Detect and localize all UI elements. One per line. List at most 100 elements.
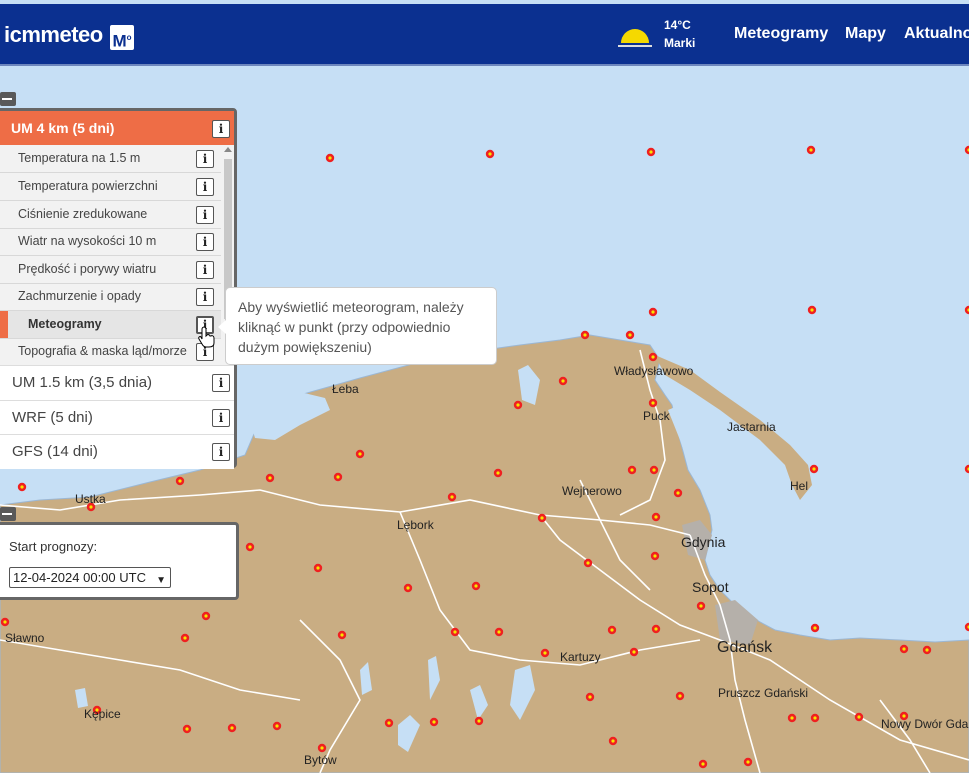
- active-model-header[interactable]: UM 4 km (5 dni) i: [0, 111, 234, 145]
- forecast-point-center: [453, 630, 457, 634]
- place-label: Puck: [643, 409, 671, 423]
- nav-aktualnosci[interactable]: Aktualno: [904, 25, 969, 43]
- info-icon[interactable]: i: [212, 443, 230, 461]
- place-label: Lębork: [397, 518, 435, 532]
- active-layer-marker: [0, 311, 8, 338]
- forecast-point-center: [178, 479, 182, 483]
- forecast-point-center: [610, 628, 614, 632]
- forecast-point-center: [654, 515, 658, 519]
- forecast-point-center: [230, 726, 234, 730]
- scroll-up-icon[interactable]: [224, 147, 232, 152]
- forecast-point-center: [336, 475, 340, 479]
- info-icon[interactable]: i: [196, 288, 214, 306]
- model-row[interactable]: UM 1.5 km (3,5 dnia) i: [0, 365, 234, 400]
- forecast-point-center: [268, 476, 272, 480]
- top-navigation-bar: icmmeteo Mo 14°C Marki Meteogramy Mapy A…: [0, 4, 969, 64]
- place-label: Bytów: [304, 753, 337, 767]
- layer-item[interactable]: Wiatr na wysokości 10 mi: [0, 228, 221, 256]
- forecast-point-center: [678, 694, 682, 698]
- hand-cursor-icon: [198, 326, 215, 348]
- start-label: Start prognozy:: [9, 539, 98, 554]
- info-icon[interactable]: i: [196, 261, 214, 279]
- weather-temperature: 14°C: [664, 18, 691, 32]
- forecast-point-center: [632, 650, 636, 654]
- info-icon[interactable]: i: [212, 120, 230, 138]
- forecast-point-center: [586, 561, 590, 565]
- forecast-point-center: [20, 485, 24, 489]
- sun-icon: [618, 29, 652, 47]
- forecast-point-center: [902, 647, 906, 651]
- forecast-start-select[interactable]: 12-04-2024 00:00 UTC ▼: [9, 567, 171, 588]
- layer-item[interactable]: Zachmurzenie i opady i: [0, 283, 221, 311]
- forecast-point-center: [340, 633, 344, 637]
- forecast-point-center: [651, 401, 655, 405]
- model-row[interactable]: WRF (5 dni) i: [0, 400, 234, 435]
- meteogram-tooltip: Aby wyświetlić meteorogram, należy klikn…: [218, 287, 497, 365]
- place-label: Władysławowo: [614, 364, 694, 378]
- forecast-point-center: [477, 719, 481, 723]
- forecast-point-center: [488, 152, 492, 156]
- forecast-point-center: [813, 626, 817, 630]
- forecast-point-center: [474, 584, 478, 588]
- forecast-point-center: [630, 468, 634, 472]
- place-label: Kępice: [84, 707, 121, 721]
- weather-place[interactable]: Marki: [664, 36, 695, 50]
- place-label: Ustka: [75, 492, 106, 506]
- forecast-point-center: [275, 724, 279, 728]
- forecast-point-center: [628, 333, 632, 337]
- layer-item[interactable]: Topografia & maska ląd/morze i: [0, 338, 221, 365]
- forecast-point-center: [561, 379, 565, 383]
- forecast-point-center: [699, 604, 703, 608]
- model-panel-collapse-button[interactable]: [0, 92, 16, 106]
- info-icon[interactable]: i: [196, 150, 214, 168]
- forecast-point-center: [387, 721, 391, 725]
- place-label: Hel: [790, 479, 808, 493]
- place-label: Sopot: [692, 579, 729, 595]
- forecast-point-center: [316, 566, 320, 570]
- info-icon[interactable]: i: [196, 178, 214, 196]
- place-label: Kartuzy: [560, 650, 601, 664]
- info-icon[interactable]: i: [212, 374, 230, 392]
- forecast-point-center: [651, 310, 655, 314]
- forecast-point-center: [588, 695, 592, 699]
- forecast-point-center: [358, 452, 362, 456]
- nav-mapy[interactable]: Mapy: [845, 25, 886, 43]
- site-logo[interactable]: icmmeteo: [4, 22, 103, 48]
- forecast-point-center: [183, 636, 187, 640]
- place-label: Pruszcz Gdański: [718, 686, 808, 700]
- forecast-point-center: [543, 651, 547, 655]
- forecast-point-center: [813, 716, 817, 720]
- model-panel: UM 4 km (5 dni) i Temperatura na 1.5 mi …: [0, 108, 237, 469]
- model-row[interactable]: GFS (14 dni) i: [0, 434, 234, 469]
- place-label: Sławno: [5, 631, 45, 645]
- info-icon[interactable]: i: [212, 409, 230, 427]
- forecast-point-center: [432, 720, 436, 724]
- forecast-point-center: [496, 471, 500, 475]
- forecast-point-center: [649, 150, 653, 154]
- start-panel-collapse-button[interactable]: [0, 507, 16, 521]
- forecast-point-center: [248, 545, 252, 549]
- layer-item[interactable]: Prędkość i porywy wiatru i: [0, 256, 221, 284]
- forecast-point-center: [812, 467, 816, 471]
- place-label: Gdańsk: [717, 639, 773, 656]
- forecast-point-center: [320, 746, 324, 750]
- forecast-point-center: [857, 715, 861, 719]
- layer-item-active[interactable]: Meteogramy i: [0, 311, 221, 339]
- info-icon[interactable]: i: [196, 233, 214, 251]
- layer-item[interactable]: Ciśnienie zredukowane i: [0, 201, 221, 229]
- forecast-point-center: [540, 516, 544, 520]
- forecast-point-center: [810, 308, 814, 312]
- logo-badge: Mo: [110, 25, 134, 51]
- layer-item[interactable]: Temperatura na 1.5 mi: [0, 145, 221, 173]
- forecast-point-center: [497, 630, 501, 634]
- place-label: Łeba: [332, 382, 359, 396]
- forecast-point-center: [611, 739, 615, 743]
- info-icon[interactable]: i: [196, 206, 214, 224]
- forecast-point-center: [746, 760, 750, 764]
- nav-meteogramy[interactable]: Meteogramy: [734, 25, 828, 43]
- forecast-point-center: [809, 148, 813, 152]
- forecast-point-center: [3, 620, 7, 624]
- layer-item[interactable]: Temperatura powierzchni i: [0, 173, 221, 201]
- forecast-point-center: [328, 156, 332, 160]
- forecast-point-center: [676, 491, 680, 495]
